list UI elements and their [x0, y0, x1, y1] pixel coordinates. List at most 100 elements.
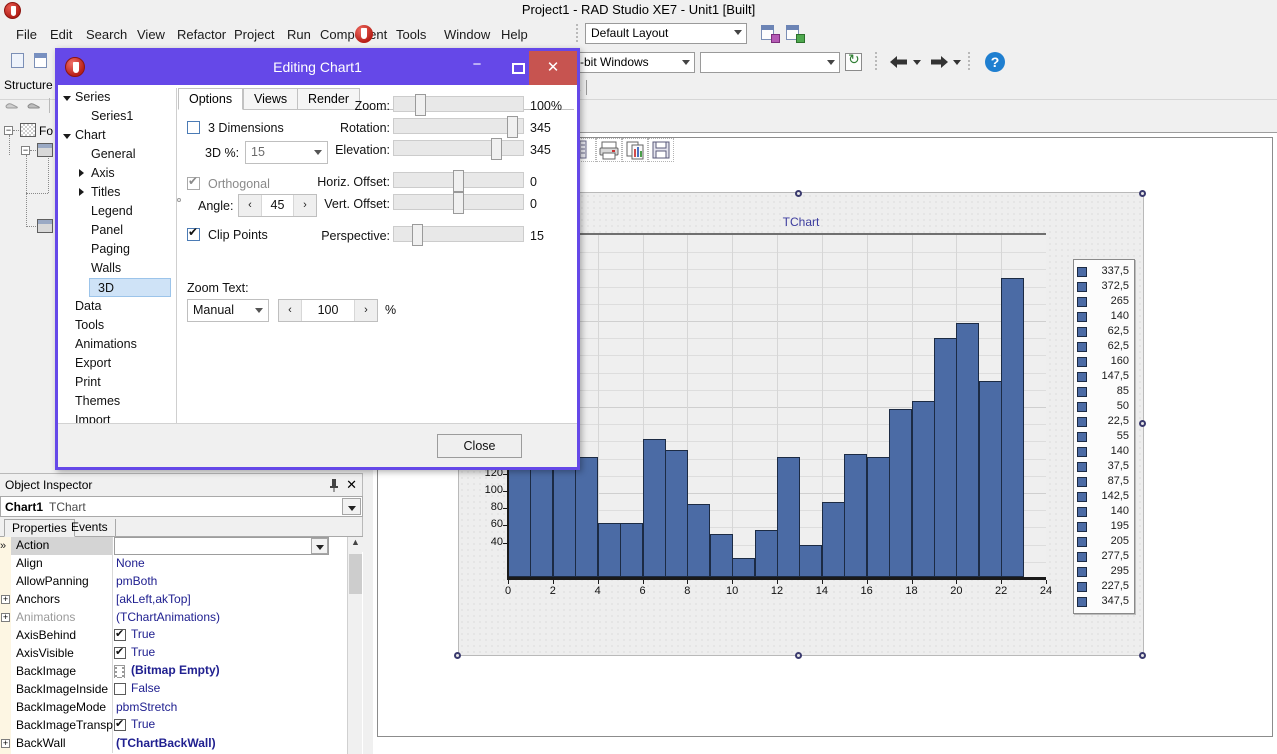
dialog-pane-splitter[interactable] — [177, 198, 181, 202]
menu-tools[interactable]: Tools — [392, 26, 430, 43]
save-icon[interactable] — [648, 138, 674, 162]
minimize-icon[interactable]: − — [462, 57, 492, 77]
expand-icon[interactable]: + — [1, 595, 10, 604]
property-value[interactable]: [akLeft,akTop] — [114, 591, 348, 609]
triangle-down-icon[interactable] — [63, 134, 71, 139]
legend-item[interactable]: 277,5 — [1077, 549, 1131, 564]
collapse-all-icon[interactable] — [4, 98, 21, 113]
chart-bar[interactable] — [844, 454, 867, 577]
chart-bar[interactable] — [620, 523, 643, 577]
property-value[interactable]: (TChartAnimations) — [114, 609, 348, 627]
property-grid-scrollbar[interactable]: ▲ ▼ — [347, 537, 363, 754]
zoom-text-decrement-button[interactable]: ‹ — [279, 300, 302, 321]
triangle-down-icon[interactable] — [63, 96, 71, 101]
back-arrow-icon[interactable] — [888, 52, 910, 72]
legend-item[interactable]: 62,5 — [1077, 324, 1131, 339]
menu-run[interactable]: Run — [283, 26, 315, 43]
property-row[interactable]: Action — [0, 537, 348, 555]
property-row[interactable]: + Anchors [akLeft,akTop] — [0, 591, 348, 609]
legend-item[interactable]: 140 — [1077, 504, 1131, 519]
property-checkbox[interactable] — [114, 645, 126, 659]
selection-handle-right[interactable] — [1139, 420, 1146, 427]
chart-bar[interactable] — [799, 545, 822, 577]
platform-combo[interactable]: -bit Windows — [575, 52, 695, 73]
zoom-text-spinner[interactable]: ‹ 100 › — [278, 299, 378, 322]
chart-bar[interactable] — [687, 504, 710, 577]
menu-refactor[interactable]: Refactor — [173, 26, 230, 43]
dialog-nav-item-chart[interactable]: Chart — [61, 126, 176, 145]
tab-events[interactable]: Events — [64, 519, 116, 537]
legend-item[interactable]: 227,5 — [1077, 579, 1131, 594]
chart-bar[interactable] — [665, 450, 688, 577]
property-row[interactable]: AllowPanning pmBoth — [0, 573, 348, 591]
dialog-nav-item-tools[interactable]: Tools — [61, 316, 176, 335]
close-button[interactable]: Close — [437, 434, 522, 458]
property-grid[interactable]: » Action Align None AllowPanning pmBoth + Anch… — [0, 537, 363, 754]
expand-icon[interactable]: + — [1, 613, 10, 622]
menu-project[interactable]: Project — [230, 26, 278, 43]
legend-item[interactable]: 205 — [1077, 534, 1131, 549]
property-checkbox[interactable] — [114, 717, 126, 731]
property-value[interactable]: (Bitmap Empty) — [114, 663, 348, 681]
slider-2[interactable] — [393, 138, 524, 160]
slider-thumb-0[interactable] — [415, 94, 426, 116]
menu-file[interactable]: File — [12, 26, 41, 43]
expand-icon[interactable]: + — [1, 739, 10, 748]
legend-item[interactable]: 37,5 — [1077, 459, 1131, 474]
expand-all-icon[interactable] — [26, 98, 43, 113]
legend-item[interactable]: 295 — [1077, 564, 1131, 579]
maximize-icon[interactable] — [512, 63, 525, 74]
open-project-icon[interactable] — [33, 52, 51, 70]
triangle-right-icon[interactable] — [79, 188, 84, 196]
slider-thumb-1[interactable] — [507, 116, 518, 138]
dialog-nav-item-export[interactable]: Export — [61, 354, 176, 373]
property-row[interactable]: Align None — [0, 555, 348, 573]
legend-item[interactable]: 195 — [1077, 519, 1131, 534]
property-value[interactable]: pbmStretch — [114, 699, 348, 717]
object-selector-dropdown-icon[interactable] — [342, 498, 361, 515]
property-row[interactable]: + Animations (TChartAnimations) — [0, 609, 348, 627]
forward-arrow-icon[interactable] — [928, 52, 950, 72]
property-value[interactable]: pmBoth — [114, 573, 348, 591]
legend-item[interactable]: 265 — [1077, 294, 1131, 309]
selection-handle-bottom-left[interactable] — [454, 652, 461, 659]
close-icon[interactable]: ✕ — [346, 477, 357, 493]
zoom-text-mode-combo[interactable]: Manual — [187, 299, 269, 322]
legend-item[interactable]: 62,5 — [1077, 339, 1131, 354]
editing-chart-dialog[interactable]: Editing Chart1 − ✕ Series Series1 Chart Gen… — [55, 48, 580, 470]
menu-view[interactable]: View — [133, 26, 169, 43]
legend-item[interactable]: 337,5 — [1077, 264, 1131, 279]
slider-thumb-3[interactable] — [453, 170, 464, 192]
dialog-nav-item-print[interactable]: Print — [61, 373, 176, 392]
help-icon[interactable]: ? — [985, 52, 1005, 72]
legend-item[interactable]: 85 — [1077, 384, 1131, 399]
property-row[interactable]: + BackWall (TChartBackWall) — [0, 735, 348, 753]
legend-item[interactable]: 142,5 — [1077, 489, 1131, 504]
legend-item[interactable]: 147,5 — [1077, 369, 1131, 384]
property-row[interactable]: AxisVisible True — [0, 645, 348, 663]
chart-bar[interactable] — [732, 558, 755, 577]
property-row[interactable]: BackImageInside False — [0, 681, 348, 699]
chart-bar[interactable] — [889, 409, 912, 577]
chart-bar[interactable] — [1001, 278, 1024, 577]
legend-item[interactable]: 140 — [1077, 309, 1131, 324]
build-config-combo[interactable] — [700, 52, 840, 73]
new-file-icon[interactable] — [10, 52, 28, 70]
back-dropdown-icon[interactable] — [913, 60, 921, 65]
tree-collapse-form[interactable]: − — [4, 126, 13, 135]
chart-bar[interactable] — [934, 338, 957, 577]
menu-edit[interactable]: Edit — [46, 26, 76, 43]
copy-icon[interactable] — [622, 138, 648, 162]
slider-thumb-2[interactable] — [491, 138, 502, 160]
legend-item[interactable]: 347,5 — [1077, 594, 1131, 609]
slider-4[interactable] — [393, 192, 524, 214]
property-row[interactable]: BackImageTransp True — [0, 717, 348, 735]
chart-bar[interactable] — [777, 457, 800, 577]
slider-1[interactable] — [393, 116, 524, 138]
legend-item[interactable]: 140 — [1077, 444, 1131, 459]
property-value[interactable]: True — [114, 645, 348, 663]
property-row[interactable]: BackImage (Bitmap Empty) — [0, 663, 348, 681]
chart-bar[interactable] — [598, 523, 621, 577]
chart-bar[interactable] — [912, 401, 935, 577]
menu-search[interactable]: Search — [82, 26, 131, 43]
